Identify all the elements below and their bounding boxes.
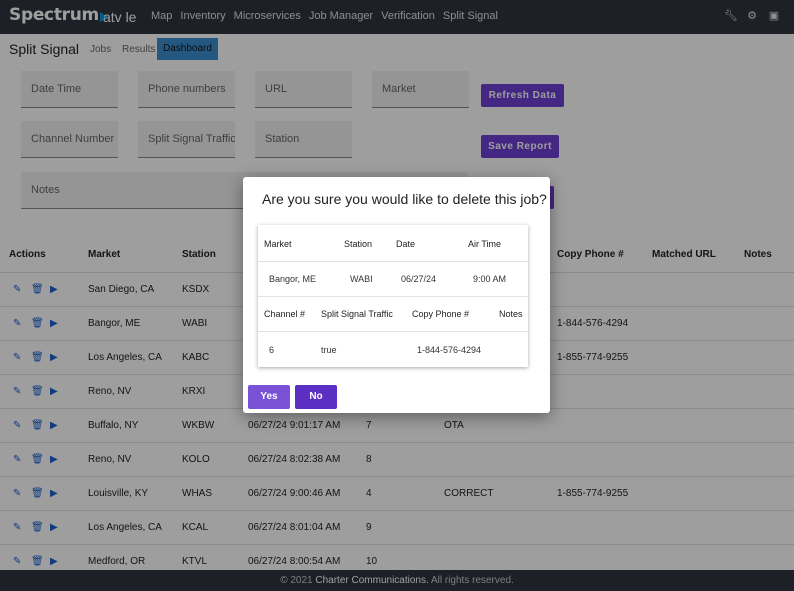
detail-air-time: 9:00 AM: [473, 274, 507, 284]
detail-copy-phone: 1-844-576-4294: [417, 345, 482, 355]
job-details-card: Market Station Date Air Time Bangor, ME …: [258, 225, 528, 367]
divider: [258, 261, 528, 262]
dialog-title: Are you sure you would like to delete th…: [262, 191, 547, 207]
detail-market: Bangor, ME: [269, 274, 317, 284]
no-button[interactable]: No: [295, 385, 337, 409]
detail-traffic: true: [321, 345, 337, 355]
detail-channel: 6: [269, 345, 275, 355]
detail-header-market: Market: [264, 239, 292, 249]
detail-header-station: Station: [344, 239, 373, 249]
divider: [258, 331, 528, 332]
detail-header-notes: Notes: [499, 309, 523, 319]
detail-header-date: Date: [396, 239, 416, 249]
delete-job-dialog: Are you sure you would like to delete th…: [243, 177, 550, 413]
detail-header-traffic: Split Signal Traffic: [321, 309, 393, 319]
detail-date: 06/27/24: [401, 274, 437, 284]
divider: [258, 296, 528, 297]
detail-header-copy-phone: Copy Phone #: [412, 309, 470, 319]
yes-button[interactable]: Yes: [248, 385, 290, 409]
detail-station: WABI: [350, 274, 373, 284]
detail-header-channel: Channel #: [264, 309, 306, 319]
detail-header-air-time: Air Time: [468, 239, 502, 249]
